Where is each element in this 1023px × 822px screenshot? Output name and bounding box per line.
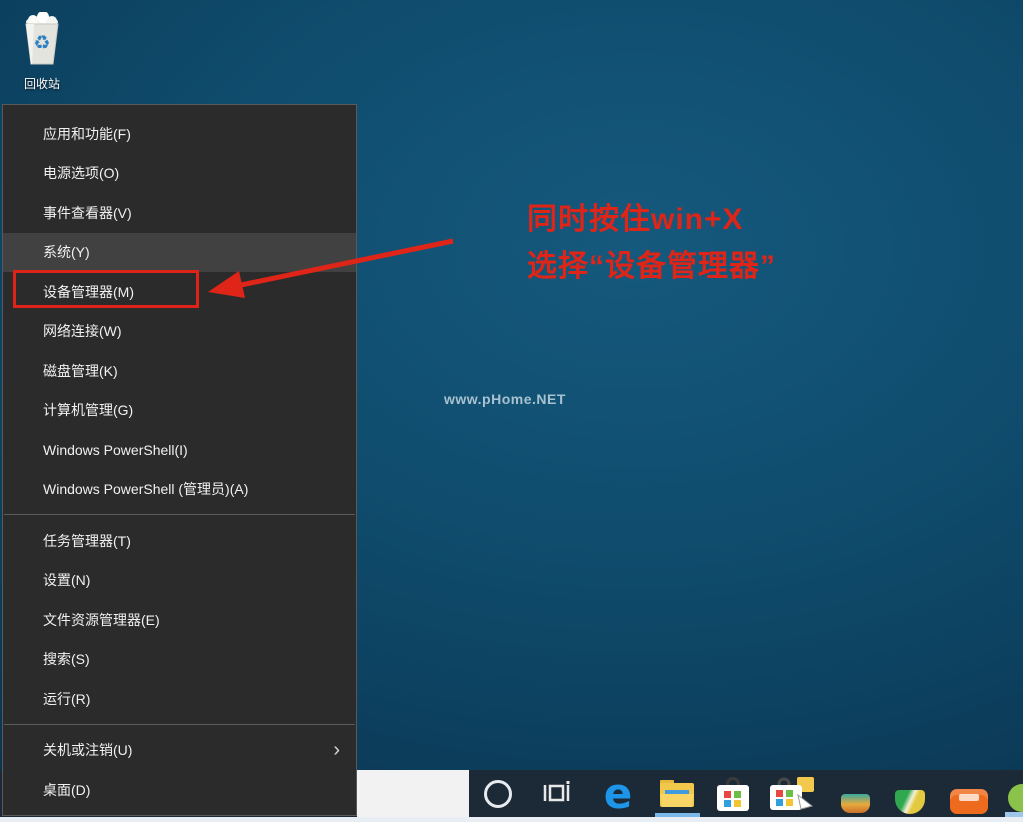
menu-item-computer-management[interactable]: 计算机管理(G) [3, 391, 356, 431]
folder-icon [660, 780, 694, 807]
menu-item-file-explorer[interactable]: 文件资源管理器(E) [3, 600, 356, 640]
menu-item-shutdown-signout[interactable]: 关机或注销(U) › [3, 731, 356, 771]
annotation-line2: 选择“设备管理器” [527, 250, 776, 283]
menu-item-event-viewer[interactable]: 事件查看器(V) [3, 193, 356, 233]
cortana-icon[interactable] [484, 780, 512, 808]
pinned-app-icon[interactable] [841, 794, 870, 813]
pinned-app-icon[interactable] [1008, 784, 1023, 812]
screenshot-bottom-border [0, 817, 1023, 822]
menu-item-search[interactable]: 搜索(S) [3, 640, 356, 680]
store-icon[interactable] [713, 775, 753, 815]
menu-item-run[interactable]: 运行(R) [3, 679, 356, 719]
store-search-icon[interactable] [768, 775, 818, 815]
recycle-bin-label: 回收站 [23, 77, 60, 91]
menu-item-label: 关机或注销(U) [43, 742, 133, 759]
submenu-chevron-icon: › [333, 739, 340, 762]
menu-item-system[interactable]: 系统(Y) [3, 232, 356, 272]
shopping-bag-icon [717, 777, 749, 811]
pinned-app-icon[interactable] [895, 790, 925, 814]
annotation-line1: 同时按住win+X [527, 203, 744, 236]
menu-item-settings[interactable]: 设置(N) [3, 561, 356, 601]
recycle-bin-desktop-icon[interactable]: ♻ 回收站 [10, 11, 74, 92]
shopping-bag-folder-icon [770, 777, 814, 810]
file-explorer-icon[interactable] [657, 777, 697, 811]
menu-item-network-connections[interactable]: 网络连接(W) [3, 312, 356, 352]
menu-separator [4, 723, 355, 725]
menu-item-disk-management[interactable]: 磁盘管理(K) [3, 351, 356, 391]
recycle-symbol-icon: ♻ [33, 33, 50, 54]
menu-item-apps-features[interactable]: 应用和功能(F) [3, 114, 356, 154]
task-view-icon[interactable] [541, 779, 573, 807]
recycle-bin-icon: ♻ [25, 11, 59, 65]
task-view-glyph-icon [543, 781, 570, 802]
menu-item-powershell[interactable]: Windows PowerShell(I) [3, 430, 356, 470]
annotation-highlight-box [13, 270, 199, 308]
annotation-text: 同时按住win+X 选择“设备管理器” [527, 196, 776, 290]
taskbar-search-box[interactable] [357, 770, 469, 817]
edge-icon[interactable]: e [598, 769, 638, 818]
menu-item-powershell-admin[interactable]: Windows PowerShell (管理员)(A) [3, 470, 356, 510]
menu-item-desktop[interactable]: 桌面(D) [3, 770, 356, 810]
menu-item-task-manager[interactable]: 任务管理器(T) [3, 521, 356, 561]
menu-separator [4, 514, 355, 515]
winx-menu: 应用和功能(F) 电源选项(O) 事件查看器(V) 系统(Y) 设备管理器(M)… [2, 104, 357, 816]
menu-item-power-options[interactable]: 电源选项(O) [3, 154, 356, 194]
watermark-text: www.pHome.NET [444, 391, 566, 407]
pinned-app-icon[interactable] [950, 789, 988, 814]
